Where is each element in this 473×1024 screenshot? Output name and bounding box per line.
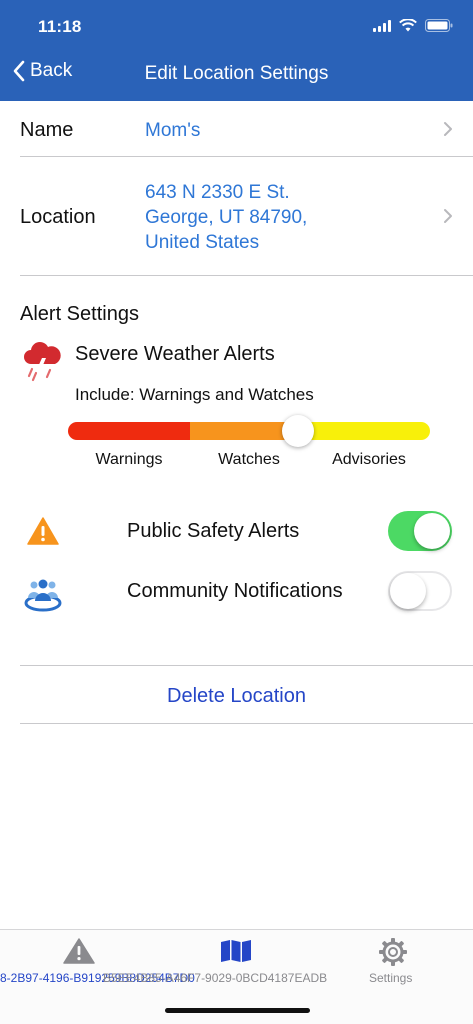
- wifi-icon: [399, 19, 417, 32]
- tab-map-label[interactable]: B5EE4B85-A46F7-9029-0BCD4187EADB: [103, 971, 327, 985]
- page-title: Edit Location Settings: [144, 63, 329, 84]
- warnings-segment: [68, 422, 190, 440]
- tab-settings-label[interactable]: Settings: [369, 971, 412, 985]
- map-icon[interactable]: [220, 939, 252, 963]
- status-icons: [373, 19, 453, 32]
- name-value: Mom's: [145, 120, 201, 141]
- public-safety-label: Public Safety Alerts: [127, 520, 300, 542]
- slider-label-warnings: Warnings: [95, 451, 163, 468]
- warning-triangle-icon[interactable]: [63, 938, 95, 964]
- toggle-thumb: [414, 513, 450, 549]
- community-label: Community Notifications: [127, 580, 343, 602]
- severe-weather-title: Severe Weather Alerts: [75, 343, 275, 365]
- address-line: United States: [145, 232, 260, 253]
- chevron-right-icon: [444, 122, 452, 136]
- slider-knob[interactable]: [282, 415, 314, 447]
- advisories-segment: [310, 422, 430, 440]
- community-icon: [24, 579, 62, 612]
- home-indicator: [165, 1008, 310, 1013]
- address-line: 643 N 2330 E St.: [145, 182, 290, 203]
- slider-label-watches: Watches: [218, 451, 280, 468]
- public-safety-warning-icon: [27, 517, 59, 545]
- slider-label-advisories: Advisories: [332, 451, 406, 468]
- name-label: Name: [20, 119, 74, 141]
- gear-icon[interactable]: [378, 937, 408, 967]
- location-row[interactable]: Location 643 N 2330 E St. George, UT 847…: [20, 157, 473, 276]
- chevron-right-icon: [444, 209, 452, 223]
- status-time: 11:18: [38, 17, 82, 36]
- divider: [20, 665, 473, 666]
- nav-header: 11:18 Back Edit Location Settings: [0, 0, 473, 101]
- alert-settings-heading: Alert Settings: [20, 303, 139, 325]
- cellular-signal-icon: [373, 19, 391, 32]
- toggle-thumb: [390, 573, 426, 609]
- location-address: 643 N 2330 E St. George, UT 84790, Unite…: [145, 180, 307, 255]
- public-safety-toggle[interactable]: [388, 511, 452, 551]
- battery-icon: [425, 19, 453, 32]
- name-row[interactable]: Name Mom's: [20, 101, 473, 157]
- address-line: George, UT 84790,: [145, 207, 308, 228]
- divider: [20, 723, 473, 724]
- location-label: Location: [20, 206, 96, 228]
- alert-level-slider[interactable]: [68, 415, 430, 447]
- community-toggle[interactable]: [388, 571, 452, 611]
- delete-location-button[interactable]: Delete Location: [0, 685, 473, 708]
- severe-weather-include: Include: Warnings and Watches: [75, 385, 314, 404]
- severe-weather-icon: [24, 342, 61, 382]
